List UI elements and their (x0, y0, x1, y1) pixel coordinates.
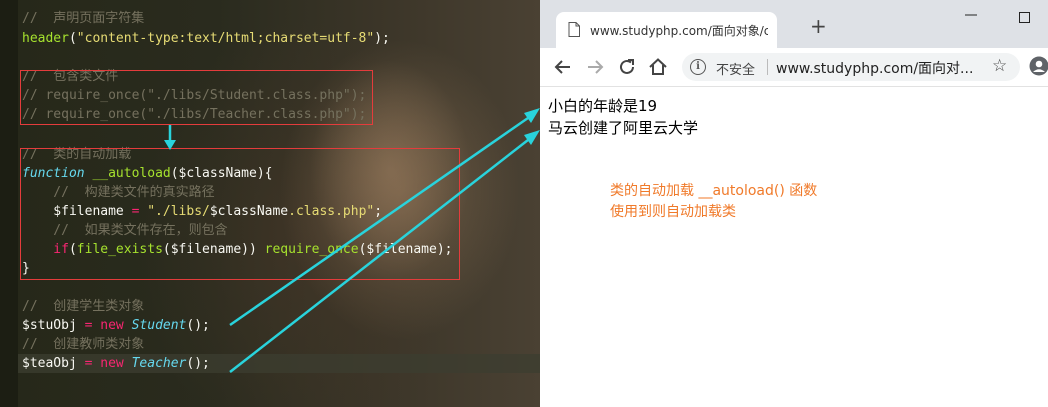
arrow-student-output (229, 116, 529, 327)
arrow-head (524, 108, 540, 123)
arrow-head (164, 140, 176, 150)
annotation-arrows (164, 108, 540, 373)
arrow-teacher-output (229, 139, 529, 373)
